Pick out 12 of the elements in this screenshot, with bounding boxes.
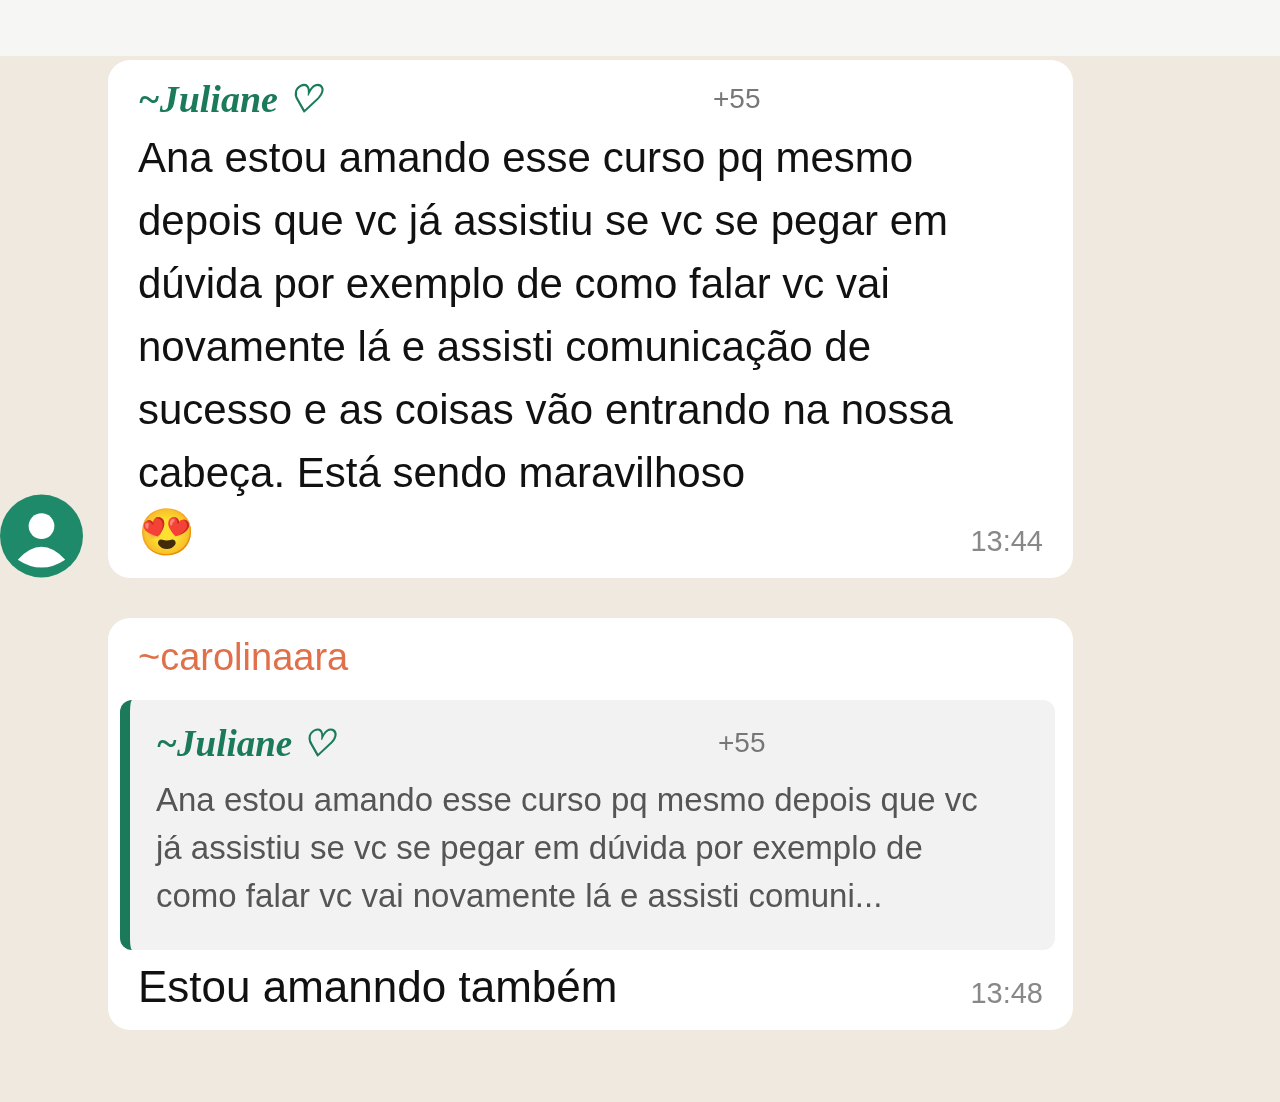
sender-name: ~carolinaara — [138, 635, 349, 679]
message-time: 13:44 — [970, 525, 1043, 559]
sender-name: ~Juliane ♡ — [156, 721, 338, 765]
emoji: 😍 — [138, 505, 195, 560]
phone-number: +55 — [713, 83, 761, 115]
message-time: 13:48 — [970, 977, 1043, 1011]
quoted-message[interactable]: ~Juliane ♡ +55 Ana estou amando esse curso pq mesmo depois que vc já assistiu se vc se pegar em dúvida por exemplo de como falar vc vai novamente lá e assisti comuni... — [120, 700, 1055, 950]
phone-number: +55 — [718, 727, 766, 759]
quoted-text: Ana estou amando esse curso pq mesmo depois que vc já assistiu se vc se pegar em dúvida por exemplo de como falar vc vai novamente lá e assisti comuni... — [156, 780, 979, 916]
message-text: Ana estou amando esse curso pq mesmo depois que vc já assistiu se vc se pegar em dúvida por exemplo de como falar vc vai novamente lá e assisti comunicação de sucesso e as coisas vão entrando na nossa cabeça. Está sendo maravilhoso — [138, 133, 954, 498]
message-text: Estou amanndo também — [138, 962, 618, 1012]
sender-name: ~Juliane ♡ — [138, 77, 325, 121]
